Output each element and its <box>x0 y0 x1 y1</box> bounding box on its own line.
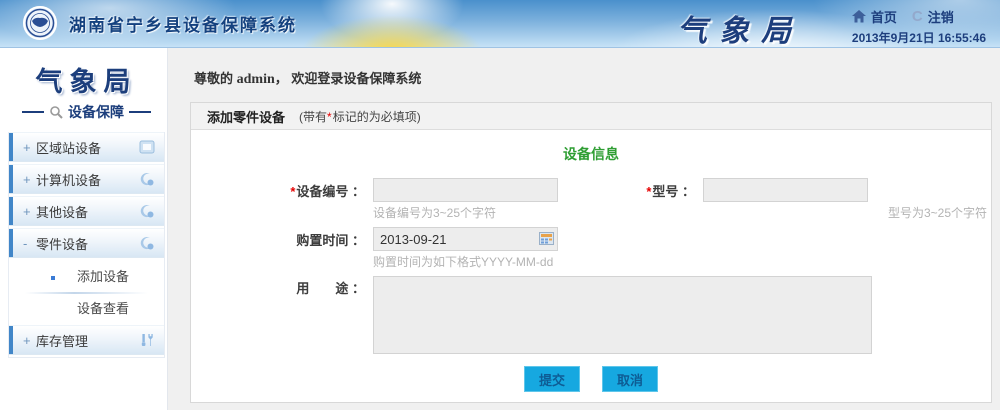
collapse-prefix: - <box>23 236 36 251</box>
body: 气象局 设备保障 + 区域站设备 <box>0 48 1000 410</box>
sidebar-item-label: 计算机设备 <box>36 170 139 189</box>
sidebar-item-regional-station[interactable]: + 区域站设备 <box>9 132 164 162</box>
monitor-icon <box>139 140 155 154</box>
required-star: * <box>327 110 332 124</box>
device-no-input[interactable] <box>373 178 558 202</box>
sidebar-item-label: 零件设备 <box>36 234 139 253</box>
magnifier-icon <box>49 105 63 119</box>
device-icon <box>139 172 155 186</box>
sidebar-subitem-label: 添加设备 <box>77 269 129 284</box>
hint-row-1: 设备编号为3~25个字符 型号为3~25个字符 <box>191 204 991 221</box>
welcome-message: 尊敬的 admin， 欢迎登录设备保障系统 <box>190 48 992 86</box>
active-bullet <box>51 276 55 280</box>
note-open: (带有 <box>299 110 327 124</box>
home-link[interactable]: 首页 <box>871 7 897 26</box>
main-content: 尊敬的 admin， 欢迎登录设备保障系统 添加零件设备 (带有*标记的为必填项… <box>168 48 1000 410</box>
emblem-logo-icon <box>22 5 58 41</box>
model-label: *型号 ： <box>558 181 703 200</box>
usage-label: 用 途 ： <box>191 276 373 297</box>
sidebar-subitem-view-device[interactable]: 设备查看 <box>9 297 164 321</box>
sidebar-item-label: 库存管理 <box>36 331 140 350</box>
button-row: 提交 取消 <box>191 366 991 392</box>
sidebar: 气象局 设备保障 + 区域站设备 <box>0 48 168 410</box>
page: 湖南省宁乡县设备保障系统 气象局 首页 C 注销 2013年9月21日 16:5… <box>0 0 1000 410</box>
top-header: 湖南省宁乡县设备保障系统 气象局 首页 C 注销 2013年9月21日 16:5… <box>0 0 1000 48</box>
hint-row-2: 购置时间为如下格式YYYY-MM-dd <box>191 253 991 270</box>
panel-title: 添加零件设备 <box>207 107 285 126</box>
tools-icon <box>140 333 155 347</box>
sidebar-item-inventory[interactable]: + 库存管理 <box>9 325 164 355</box>
sidebar-logo-subtitle-row: 设备保障 <box>8 102 165 122</box>
sidebar-submenu-parts: 添加设备 设备查看 <box>9 260 164 325</box>
bureau-title: 气象局 <box>650 6 830 50</box>
calendar-icon[interactable] <box>539 232 554 245</box>
logout-link[interactable]: 注销 <box>928 7 954 26</box>
sidebar-item-label: 其他设备 <box>36 202 139 221</box>
home-icon <box>852 10 866 23</box>
usage-textarea[interactable] <box>373 276 872 354</box>
device-no-label: *设备编号 ： <box>191 181 373 200</box>
purchase-date-label: 购置时间 ： <box>191 230 373 249</box>
expand-prefix: + <box>23 172 36 187</box>
system-title: 湖南省宁乡县设备保障系统 <box>69 11 297 36</box>
purchase-date-field <box>373 227 558 251</box>
required-star: * <box>290 184 295 199</box>
form-row-1: *设备编号 ： *型号 ： <box>191 178 991 202</box>
section-title: 设备信息 <box>191 144 991 164</box>
sidebar-logo-title: 气象局 <box>8 60 165 99</box>
model-hint: 型号为3~25个字符 <box>888 204 987 221</box>
sidebar-item-label: 区域站设备 <box>36 138 139 157</box>
welcome-text: ， 欢迎登录设备保障系统 <box>275 71 422 86</box>
cancel-button[interactable]: 取消 <box>602 366 658 392</box>
sidebar-item-other[interactable]: + 其他设备 <box>9 196 164 226</box>
brand: 湖南省宁乡县设备保障系统 <box>22 5 297 41</box>
divider <box>22 111 44 113</box>
model-input[interactable] <box>703 178 868 202</box>
required-star: * <box>646 184 651 199</box>
sidebar-logo-subtitle: 设备保障 <box>68 102 124 122</box>
expand-prefix: + <box>23 140 36 155</box>
username: admin <box>237 72 275 87</box>
expand-prefix: + <box>23 204 36 219</box>
sidebar-item-computer[interactable]: + 计算机设备 <box>9 164 164 194</box>
form-row-3: 用 途 ： <box>191 276 991 354</box>
sidebar-subitem-label: 设备查看 <box>77 301 129 316</box>
form-row-2: 购置时间 ： <box>191 227 991 251</box>
required-note: (带有*标记的为必填项) <box>299 108 421 125</box>
header-datetime: 2013年9月21日 16:55:46 <box>852 29 986 46</box>
add-parts-panel: 添加零件设备 (带有*标记的为必填项) 设备信息 *设备编号 ： *型号 ： 设… <box>190 102 992 403</box>
expand-prefix: + <box>23 333 36 348</box>
purchase-date-hint: 购置时间为如下格式YYYY-MM-dd <box>373 253 743 270</box>
submit-button[interactable]: 提交 <box>524 366 580 392</box>
sidebar-subitem-add-device[interactable]: 添加设备 <box>9 265 164 289</box>
device-icon <box>139 204 155 218</box>
divider <box>129 111 151 113</box>
top-nav: 首页 C 注销 2013年9月21日 16:55:46 <box>852 7 986 46</box>
device-no-hint: 设备编号为3~25个字符 <box>373 204 743 221</box>
device-icon <box>139 236 155 250</box>
panel-header: 添加零件设备 (带有*标记的为必填项) <box>191 103 991 130</box>
welcome-greeting: 尊敬的 <box>194 71 233 86</box>
purchase-date-input[interactable] <box>373 227 558 251</box>
note-close: 标记的为必填项) <box>333 110 421 124</box>
logout-icon: C <box>912 8 923 25</box>
sidebar-menu: + 区域站设备 + 计算机设备 + 其他设备 <box>8 132 165 358</box>
sidebar-logo: 气象局 设备保障 <box>8 48 165 132</box>
submenu-divider <box>25 292 148 294</box>
panel-body: 设备信息 *设备编号 ： *型号 ： 设备编号为3~25个字符 型号为3~25个… <box>191 130 991 402</box>
sidebar-item-parts[interactable]: - 零件设备 <box>9 228 164 258</box>
